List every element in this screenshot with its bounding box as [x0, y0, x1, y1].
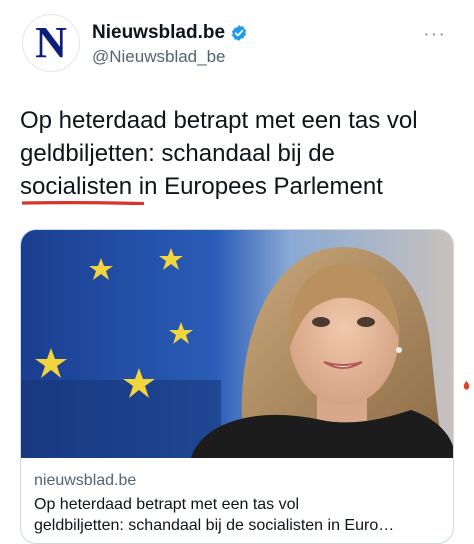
card-title-line-1: Op heterdaad betrapt met een tas vol	[34, 496, 300, 513]
card-title[interactable]: Op heterdaad betrapt met een tas vol gel…	[34, 494, 444, 536]
nieuwsblad-logo: N	[35, 18, 67, 67]
display-name[interactable]: Nieuwsblad.be	[92, 22, 225, 44]
tweet-line-2: geldbiljetten: schandaal bij de	[20, 140, 335, 167]
account-name-row[interactable]: Nieuwsblad.be	[92, 22, 248, 44]
card-title-line-2: geldbiljetten: schandaal bij de socialis…	[34, 517, 395, 534]
article-photo[interactable]	[21, 230, 454, 458]
tweet-line-3: socialisten in Europees Parlement	[20, 170, 460, 203]
card-meta[interactable]: nieuwsblad.be Op heterdaad betrapt met e…	[34, 470, 444, 536]
card-domain[interactable]: nieuwsblad.be	[34, 470, 444, 492]
link-preview-card[interactable]: nieuwsblad.be Op heterdaad betrapt met e…	[20, 229, 454, 544]
tweet-line-3-rest: in Europees Parlement	[132, 173, 383, 200]
tweet-line-1: Op heterdaad betrapt met een tas vol	[20, 107, 418, 134]
verified-badge-icon	[231, 25, 247, 41]
more-options-icon[interactable]: ···	[423, 24, 446, 44]
avatar[interactable]: N	[22, 14, 80, 72]
account-handle[interactable]: @Nieuwsblad_be	[92, 47, 226, 67]
tweet-text: Op heterdaad betrapt met een tas vol gel…	[20, 104, 460, 203]
decorative-mark-icon	[463, 381, 470, 390]
red-underline-annotation	[22, 201, 144, 205]
highlighted-word: socialisten	[20, 173, 133, 200]
